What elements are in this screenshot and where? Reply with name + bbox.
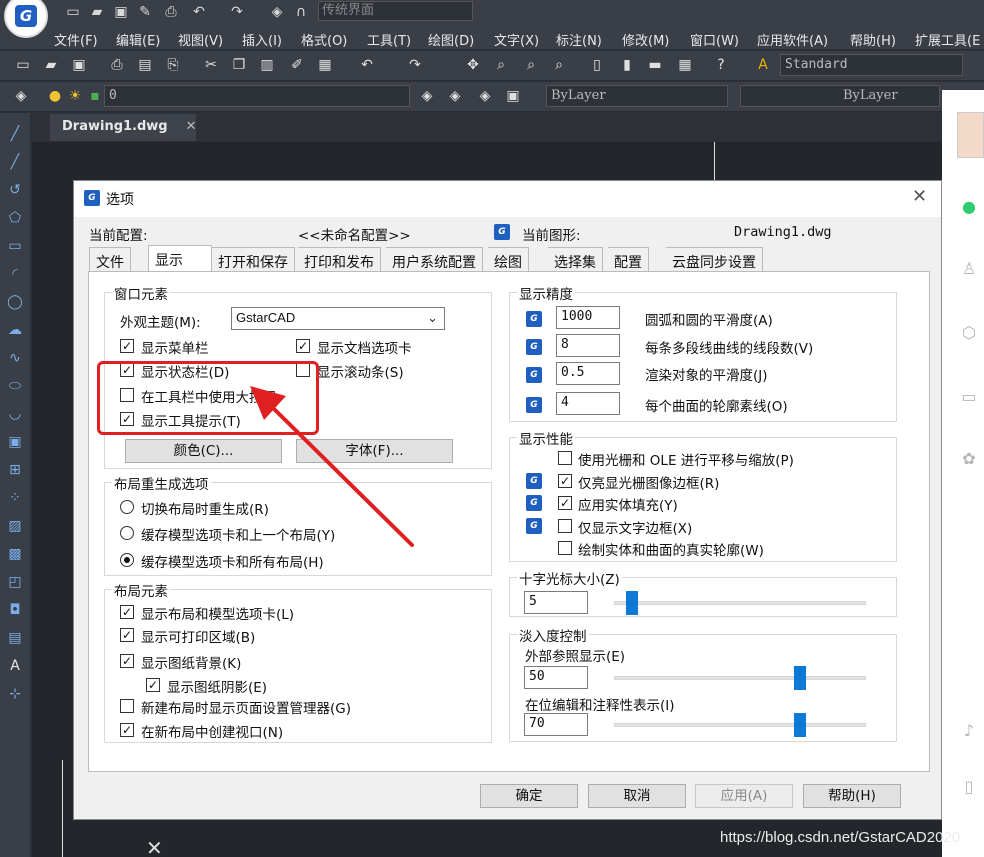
watermark-text: https://blog.csdn.net/GstarCAD2020: [720, 829, 961, 846]
gstar-logo-icon: G: [15, 5, 37, 27]
annotation-arrow: [250, 386, 414, 547]
